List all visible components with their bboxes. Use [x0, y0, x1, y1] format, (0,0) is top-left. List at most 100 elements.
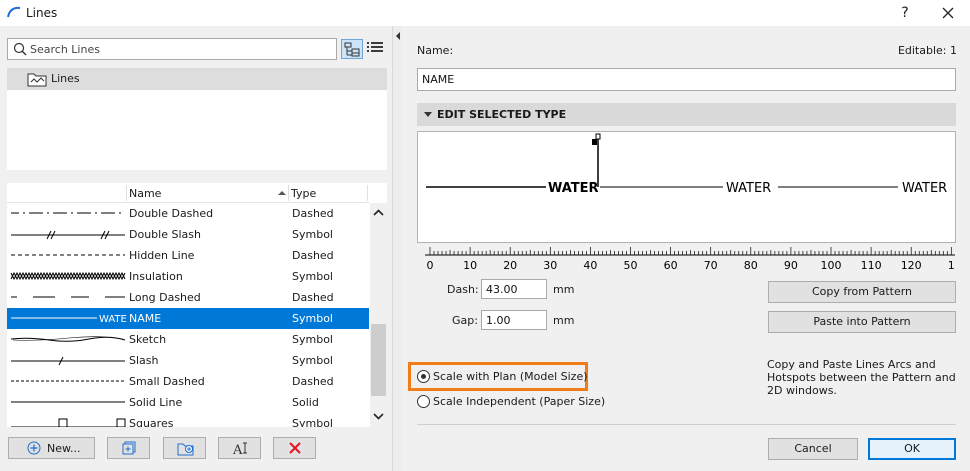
right-panel: Name: Editable: 1 EDIT SELECTED TYPE WAT…	[402, 26, 970, 471]
list-item-name: Squares	[129, 417, 174, 427]
column-separator	[126, 185, 127, 201]
new-folder-button[interactable]	[163, 437, 206, 459]
help-text: Copy and Paste Lines Arcs and Hotspots b…	[767, 358, 967, 397]
pattern-preview[interactable]: WATER WATER WATER	[417, 131, 956, 243]
search-input[interactable]	[30, 41, 330, 57]
list-item-type: Dashed	[292, 291, 334, 304]
list-item-type: Symbol	[292, 354, 333, 367]
ruler-label: 80	[744, 259, 758, 271]
duplicate-icon	[122, 441, 136, 455]
triangle-down-icon	[424, 112, 432, 117]
rename-icon: A	[232, 442, 247, 456]
name-input[interactable]	[417, 68, 956, 91]
pattern-preview-canvas: WATER WATER WATER	[426, 133, 947, 196]
search-box[interactable]	[7, 38, 337, 60]
list-item-name: Long Dashed	[129, 291, 201, 304]
new-button[interactable]: New...	[8, 437, 95, 459]
list-item-name: Sketch	[129, 333, 167, 346]
list-item[interactable]: Insulation Symbol	[7, 266, 369, 287]
ruler-label: 110	[861, 259, 882, 271]
duplicate-button[interactable]	[107, 437, 150, 459]
column-header-type[interactable]: Type	[291, 187, 316, 200]
scale-with-plan-radio[interactable]	[417, 370, 430, 383]
collapse-left-panel-icon[interactable]	[396, 32, 400, 40]
gap-unit: mm	[553, 314, 575, 327]
list-item-name: Solid Line	[129, 396, 183, 409]
ruler-label: 70	[704, 259, 718, 271]
list-view-button[interactable]	[366, 39, 386, 59]
list-item[interactable]: Sketch Symbol	[7, 329, 369, 350]
scale-independent-label[interactable]: Scale Independent (Paper Size)	[433, 395, 605, 408]
footer-separator	[417, 424, 956, 425]
list-rows: Double Dashed Dashed Double Slash Symbol Hid…	[7, 203, 369, 427]
list-item-name: Small Dashed	[129, 375, 205, 388]
arc-icon	[7, 6, 21, 18]
list-item-type: Solid	[292, 396, 319, 409]
title-bar: Lines ?	[0, 0, 970, 26]
scale-independent-radio[interactable]	[417, 395, 430, 408]
chevron-down-icon[interactable]	[370, 408, 387, 425]
list-item-type: Dashed	[292, 249, 334, 262]
scale-with-plan-label[interactable]: Scale with Plan (Model Size)	[433, 370, 588, 383]
folder-tree-icon	[344, 42, 360, 57]
line-preview	[11, 401, 125, 403]
ruler-label: 40	[583, 259, 597, 271]
list-item-type: Dashed	[292, 375, 334, 388]
list-item-name: Double Slash	[129, 228, 201, 241]
list-item[interactable]: Solid Line Solid	[7, 392, 369, 413]
folder-item-lines[interactable]: Lines	[7, 68, 387, 90]
line-preview	[11, 356, 125, 366]
list-item[interactable]: Long Dashed Dashed	[7, 287, 369, 308]
gap-input[interactable]	[481, 310, 547, 330]
ok-button[interactable]: OK	[868, 438, 956, 460]
list-item-type: Symbol	[292, 270, 333, 283]
rename-button[interactable]: A	[218, 437, 261, 459]
copy-from-pattern-button[interactable]: Copy from Pattern	[768, 281, 956, 303]
list-item[interactable]: Slash Symbol	[7, 350, 369, 371]
line-preview	[11, 418, 126, 427]
list-item[interactable]: Small Dashed Dashed	[7, 371, 369, 392]
add-folder-icon	[177, 443, 194, 456]
list-item[interactable]: Hidden Line Dashed	[7, 245, 369, 266]
list-item-type: Symbol	[292, 417, 333, 427]
list-item[interactable]: Double Dashed Dashed	[7, 203, 369, 224]
dash-input[interactable]	[481, 279, 547, 299]
left-panel: Lines Name Type Double DashedDashedDoubl…	[0, 26, 392, 471]
ruler-label: 10	[463, 259, 477, 271]
preview-label-3: WATER	[902, 181, 947, 196]
chevron-up-icon[interactable]	[370, 205, 387, 222]
list-item[interactable]: WATE NAME Symbol	[7, 308, 369, 329]
list-scrollbar[interactable]	[370, 203, 387, 427]
gap-label: Gap:	[452, 314, 478, 327]
scrollbar-thumb[interactable]	[371, 324, 386, 396]
folder-label: Lines	[51, 72, 80, 85]
list-item-name: Hidden Line	[129, 249, 195, 262]
column-header-name[interactable]: Name	[129, 187, 161, 200]
tree-view-button[interactable]	[341, 39, 363, 59]
list-item[interactable]: Squares Symbol	[7, 413, 369, 427]
ruler-label: 100	[821, 259, 842, 271]
list-item-type: Symbol	[292, 333, 333, 346]
cancel-button[interactable]: Cancel	[768, 438, 858, 460]
delete-button[interactable]	[273, 437, 316, 459]
line-preview	[11, 230, 125, 240]
ruler-label: 50	[624, 259, 638, 271]
ruler-label: 1	[948, 259, 955, 271]
help-button[interactable]: ?	[896, 3, 914, 23]
line-preview	[11, 254, 125, 256]
line-preview	[11, 380, 125, 382]
ruler-label: 120	[901, 259, 922, 271]
folder-icon	[27, 73, 47, 87]
line-preview	[10, 271, 126, 281]
name-label: Name:	[417, 44, 454, 57]
list-item-type: Dashed	[292, 207, 334, 220]
search-icon	[13, 42, 27, 56]
paste-into-pattern-button[interactable]: Paste into Pattern	[768, 311, 956, 333]
ruler-label: 60	[664, 259, 678, 271]
list-item[interactable]: Double Slash Symbol	[7, 224, 369, 245]
edit-selected-type-header[interactable]: EDIT SELECTED TYPE	[417, 103, 956, 126]
panel-divider[interactable]	[392, 26, 402, 471]
close-button[interactable]	[936, 2, 960, 24]
list-item-name: Slash	[129, 354, 159, 367]
editable-count: Editable: 1	[897, 44, 957, 57]
